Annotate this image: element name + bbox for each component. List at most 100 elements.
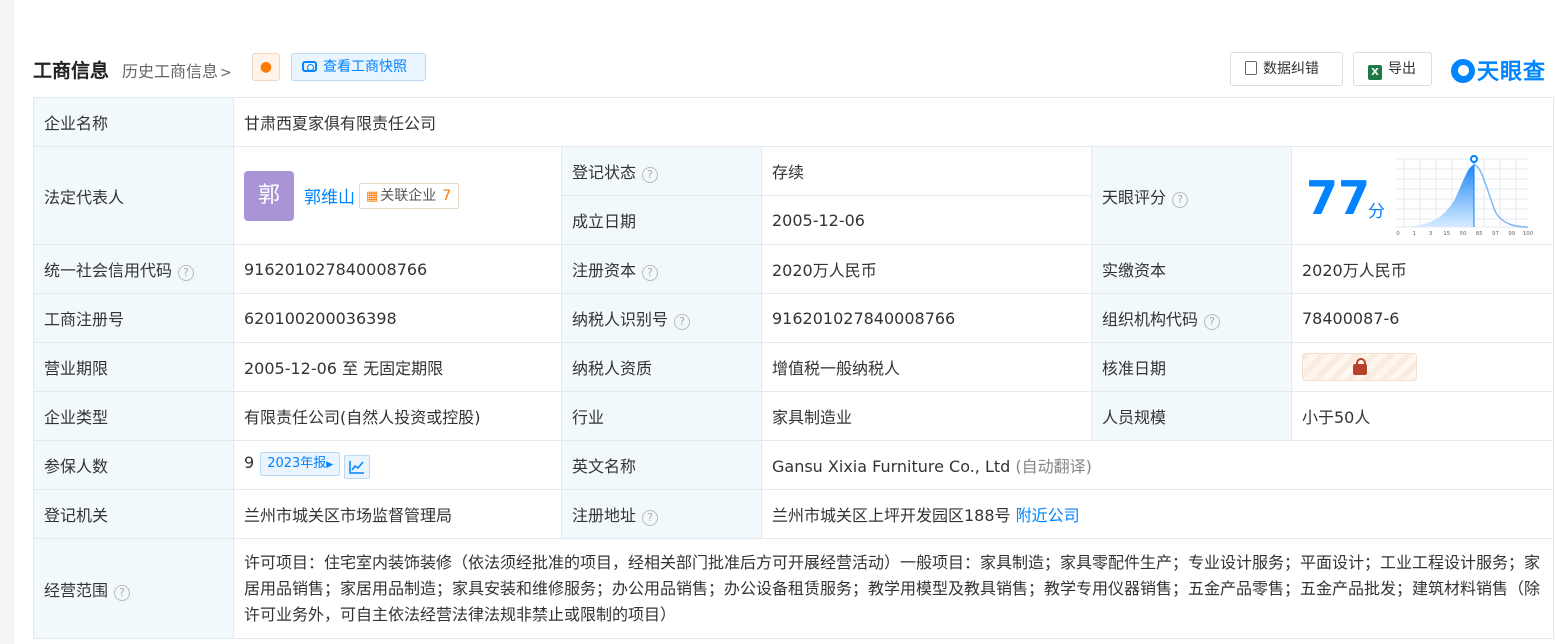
axis-tick-label: 50 (1460, 231, 1467, 237)
reg-address-label: 注册地址 (572, 506, 637, 525)
score-area (1396, 164, 1474, 227)
nearby-companies-link[interactable]: 附近公司 (1016, 506, 1080, 525)
table-row: 工商注册号 620100200036398 纳税人识别号? 9162010278… (33, 293, 1555, 343)
trend-chart-button[interactable] (344, 454, 371, 479)
export-button[interactable]: X 导出 (1353, 52, 1432, 86)
approval-date-label: 核准日期 (1091, 342, 1292, 392)
distribution-curve (1473, 163, 1529, 228)
help-icon[interactable]: ? (642, 510, 659, 526)
paid-capital-label: 实缴资本 (1091, 244, 1292, 294)
snapshot-button-label: 查看工商快照 (323, 59, 407, 75)
reg-capital-value: 2020万人民币 (761, 244, 1092, 294)
staff-size-label: 人员规模 (1091, 391, 1292, 441)
reg-address-cell: 兰州市城关区上坪开发园区188号 附近公司 (760, 489, 1555, 539)
axis-tick-label: 3 (1429, 231, 1433, 237)
reg-status-value: 存续 (761, 146, 1092, 196)
taxpayer-id-label-cell: 纳税人识别号? (561, 293, 762, 343)
business-info-table: 企业名称 甘肃西夏家俱有限责任公司 法定代表人 郭郭维山 ▦ 关联企业 7 登记状态?… (33, 97, 1555, 639)
found-date-label: 成立日期 (561, 195, 762, 245)
help-icon[interactable]: ? (1204, 314, 1221, 330)
caret-right-icon: ▶ (326, 459, 334, 470)
score-label: 天眼评分 (1102, 187, 1167, 207)
snapshot-button[interactable]: 查看工商快照 (291, 53, 426, 81)
industry-value: 家具制造业 (761, 391, 1092, 441)
score-widget: 77 分 0 1 3 15 50 85 97 99 100 (1292, 149, 1553, 243)
tianyancha-logo[interactable]: 天眼查 (1451, 54, 1546, 86)
help-icon[interactable]: ? (674, 314, 691, 330)
help-icon[interactable]: ? (642, 265, 659, 281)
avatar[interactable]: 郭 (244, 170, 294, 221)
network-icon: ▦ (366, 188, 379, 204)
legal-rep-name[interactable]: 郭维山 (304, 183, 355, 208)
lock-icon (1352, 358, 1367, 375)
company-name-value: 甘肃西夏家俱有限责任公司 (232, 97, 1555, 147)
score-unit: 分 (1368, 201, 1385, 222)
taxpayer-qual-label: 纳税人资质 (561, 342, 762, 392)
company-type-value: 有限责任公司(自然人投资或控股) (233, 391, 562, 441)
eye-logo-icon (1451, 59, 1475, 83)
related-companies-button[interactable]: ▦ 关联企业 7 (359, 182, 460, 209)
line-chart-icon (349, 460, 365, 474)
related-companies-count: 7 (442, 187, 452, 204)
reg-authority-value: 兰州市城关区市场监督管理局 (233, 489, 562, 539)
table-row: 企业名称 甘肃西夏家俱有限责任公司 (33, 97, 1555, 147)
english-name-value: Gansu Xixia Furniture Co., Ltd (772, 457, 1011, 476)
reg-capital-label-cell: 注册资本? (561, 244, 762, 294)
table-row: 登记机关 兰州市城关区市场监督管理局 注册地址? 兰州市城关区上坪开发园区188… (33, 489, 1555, 539)
legal-rep-label: 法定代表人 (33, 146, 234, 245)
business-scope-label-cell: 经营范围? (33, 538, 234, 639)
credit-code-value: 916201027840008766 (233, 244, 562, 294)
score-marker-dot (1470, 154, 1478, 163)
axis-tick-label: 0 (1396, 231, 1400, 237)
help-icon[interactable]: ? (1172, 191, 1189, 208)
business-scope-label: 经营范围 (44, 580, 109, 600)
insured-label: 参保人数 (33, 440, 234, 490)
axis-tick-label: 97 (1492, 231, 1499, 237)
help-icon[interactable]: ? (178, 265, 195, 281)
score-label-cell: 天眼评分? (1091, 146, 1292, 245)
correct-data-label: 数据纠错 (1263, 61, 1319, 77)
insured-cell: 9 2023年报▶ (233, 440, 562, 490)
reg-authority-label: 登记机关 (33, 489, 234, 539)
reg-capital-label: 注册资本 (572, 261, 637, 280)
score-distribution-chart: 0 1 3 15 50 85 97 99 100 (1396, 154, 1534, 237)
english-name-label: 英文名称 (561, 440, 762, 490)
axis-ticks: 0 1 3 15 50 85 97 99 100 (1396, 231, 1533, 237)
camera-icon (302, 61, 317, 72)
taxpayer-qual-value: 增值税一般纳税人 (761, 342, 1092, 392)
axis-tick-label: 99 (1508, 231, 1515, 237)
help-icon[interactable]: ? (642, 167, 659, 183)
history-link[interactable]: 历史工商信息 > (122, 58, 232, 82)
bell-icon[interactable]: ● (252, 53, 280, 81)
excel-icon: X (1368, 65, 1382, 80)
axis-tick-label: 15 (1443, 231, 1450, 237)
section-header: 工商信息 历史工商信息 > ● 查看工商快照 数据纠错 X 导出 天眼查 (33, 50, 1555, 86)
taxpayer-id-value: 916201027840008766 (761, 293, 1092, 343)
approval-date-cell (1290, 342, 1555, 392)
reg-no-value: 620100200036398 (233, 293, 562, 343)
table-row: 法定代表人 郭郭维山 ▦关联企业 7 登记状态? 存续 天眼评分? 77 分 (33, 146, 1555, 245)
paid-capital-value: 2020万人民币 (1290, 244, 1555, 294)
company-name-label: 企业名称 (33, 97, 234, 147)
year-report-button[interactable]: 2023年报▶ (260, 451, 341, 476)
business-scope-value: 许可项目：住宅室内装饰装修（依法须经批准的项目，经相关部门批准后方可开展经营活动… (232, 538, 1555, 639)
score-cell[interactable]: 77 分 0 1 3 15 50 85 97 99 100 (1290, 146, 1555, 245)
credit-code-label: 统一社会信用代码 (44, 261, 173, 280)
logo-text: 天眼查 (1477, 60, 1547, 85)
reg-address-label-cell: 注册地址? (561, 489, 762, 539)
help-icon[interactable]: ? (114, 584, 131, 601)
english-name-cell: Gansu Xixia Furniture Co., Ltd (自动翻译) (760, 440, 1555, 490)
table-row: 参保人数 9 2023年报▶ 英文名称 Gansu Xixia Furniture… (33, 440, 1555, 490)
legal-rep-cell: 郭郭维山 ▦ 关联企业 7 (233, 146, 562, 245)
correct-data-button[interactable]: 数据纠错 (1230, 52, 1343, 86)
business-term-label: 营业期限 (33, 342, 234, 392)
export-label: 导出 (1388, 61, 1416, 77)
staff-size-value: 小于50人 (1290, 391, 1555, 441)
reg-status-label-cell: 登记状态? (561, 146, 762, 196)
locked-content-button[interactable] (1302, 353, 1417, 381)
year-report-label: 2023年报 (267, 455, 327, 471)
chevron-right-icon: > (220, 65, 232, 81)
section-title: 工商信息 (33, 60, 110, 82)
table-row: 经营范围? 许可项目：住宅室内装饰装修（依法须经批准的项目，经相关部门批准后方可… (33, 538, 1555, 639)
taxpayer-id-label: 纳税人识别号 (572, 310, 669, 329)
